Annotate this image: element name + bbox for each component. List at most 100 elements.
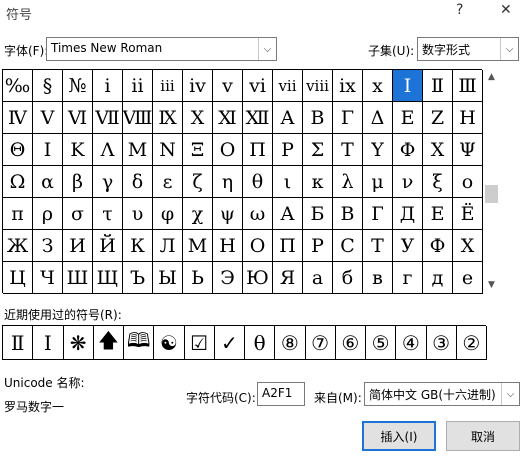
symbol-cell[interactable]: ο	[453, 166, 483, 198]
symbol-cell[interactable]: Ν	[153, 134, 183, 166]
symbol-cell[interactable]: v	[213, 70, 243, 102]
symbol-cell[interactable]: Х	[453, 230, 483, 262]
recent-symbol[interactable]: ☯	[154, 326, 185, 360]
font-select[interactable]: Times New Roman ⌵	[46, 37, 277, 61]
symbol-cell[interactable]: Ь	[183, 262, 213, 294]
chevron-down-icon[interactable]: ⌵	[501, 383, 519, 405]
symbol-cell[interactable]: Δ	[363, 102, 393, 134]
scroll-down-icon[interactable]: ▼	[483, 277, 500, 293]
subset-select[interactable]: 数字形式 ⌵	[417, 37, 519, 61]
symbol-cell[interactable]: x	[363, 70, 393, 102]
symbol-cell[interactable]: Β	[303, 102, 333, 134]
symbol-cell[interactable]: Г	[363, 198, 393, 230]
cancel-button[interactable]: 取消	[446, 421, 520, 451]
recent-symbol[interactable]: ✓	[214, 326, 245, 360]
recent-symbol[interactable]: 🕮	[124, 326, 155, 360]
recent-symbol[interactable]: ⑤	[366, 326, 397, 360]
symbol-cell[interactable]: ξ	[423, 166, 453, 198]
symbol-cell[interactable]: Ы	[153, 262, 183, 294]
recent-symbol[interactable]: ④	[396, 326, 427, 360]
symbol-cell[interactable]: Τ	[333, 134, 363, 166]
symbol-cell[interactable]: Ⅷ	[123, 102, 153, 134]
close-button[interactable]: ✕	[500, 2, 512, 18]
symbol-cell[interactable]: β	[63, 166, 93, 198]
scroll-thumb[interactable]	[485, 185, 498, 203]
symbol-cell[interactable]: П	[273, 230, 303, 262]
scroll-up-icon[interactable]: ▲	[483, 69, 500, 85]
symbol-cell[interactable]: σ	[63, 198, 93, 230]
symbol-cell[interactable]: Т	[363, 230, 393, 262]
symbol-cell[interactable]: ψ	[213, 198, 243, 230]
symbol-cell[interactable]: Ж	[3, 230, 33, 262]
symbol-cell[interactable]: vi	[243, 70, 273, 102]
symbol-cell[interactable]: У	[393, 230, 423, 262]
symbol-cell[interactable]: Ι	[33, 134, 63, 166]
symbol-cell[interactable]: Υ	[363, 134, 393, 166]
symbol-cell[interactable]: Ζ	[423, 102, 453, 134]
symbol-cell[interactable]: γ	[93, 166, 123, 198]
symbol-cell[interactable]: Ъ	[123, 262, 153, 294]
symbol-cell[interactable]: α	[33, 166, 63, 198]
chevron-down-icon[interactable]: ⌵	[500, 38, 518, 60]
symbol-cell[interactable]: Ш	[63, 262, 93, 294]
symbol-cell[interactable]: Ⅻ	[243, 102, 273, 134]
symbol-cell[interactable]: Э	[213, 262, 243, 294]
symbol-cell[interactable]: ρ	[33, 198, 63, 230]
symbol-cell[interactable]: М	[183, 230, 213, 262]
recent-symbol[interactable]: Ⅰ	[33, 326, 64, 360]
recent-symbol[interactable]: ②	[456, 326, 487, 360]
symbol-cell[interactable]: Π	[243, 134, 273, 166]
symbol-cell[interactable]: Ф	[423, 230, 453, 262]
symbol-cell[interactable]: И	[63, 230, 93, 262]
symbol-cell[interactable]: К	[123, 230, 153, 262]
symbol-cell[interactable]: υ	[123, 198, 153, 230]
symbol-cell[interactable]: Л	[153, 230, 183, 262]
symbol-cell[interactable]: Я	[273, 262, 303, 294]
symbol-cell[interactable]: С	[333, 230, 363, 262]
symbol-cell[interactable]: Ⅰ	[393, 70, 423, 102]
recent-symbol[interactable]: Ⅱ	[3, 326, 34, 360]
symbol-cell[interactable]: Λ	[93, 134, 123, 166]
recent-symbol[interactable]: ❋	[63, 326, 94, 360]
from-select[interactable]: 简体中文 GB(十六进制) ⌵	[364, 382, 520, 406]
symbol-cell[interactable]: η	[213, 166, 243, 198]
symbol-cell[interactable]: Е	[423, 198, 453, 230]
symbol-cell[interactable]: viii	[303, 70, 333, 102]
symbol-cell[interactable]: Ⅳ	[3, 102, 33, 134]
recent-symbols[interactable]: Ⅱ Ⅰ ❋ 🡅 🕮 ☯ ☑ ✓ θ ⑧ ⑦ ⑥ ⑤ ④ ③ ②	[2, 325, 487, 360]
symbol-cell[interactable]: Ψ	[453, 134, 483, 166]
symbol-cell[interactable]: Ω	[3, 166, 33, 198]
char-code-input[interactable]: A2F1	[257, 382, 305, 406]
symbol-cell[interactable]: Μ	[123, 134, 153, 166]
symbol-cell[interactable]: φ	[153, 198, 183, 230]
symbol-cell[interactable]: Ⅱ	[423, 70, 453, 102]
insert-button[interactable]: 插入(I)	[362, 421, 436, 451]
symbol-cell[interactable]: Ⅴ	[33, 102, 63, 134]
symbol-cell[interactable]: χ	[183, 198, 213, 230]
symbol-cell[interactable]: τ	[93, 198, 123, 230]
symbol-cell[interactable]: Φ	[393, 134, 423, 166]
help-button[interactable]: ?	[456, 2, 463, 18]
recent-symbol[interactable]: ☑	[184, 326, 215, 360]
symbol-cell[interactable]: §	[33, 70, 63, 102]
symbol-cell[interactable]: π	[3, 198, 33, 230]
symbol-cell[interactable]: Θ	[3, 134, 33, 166]
symbol-cell[interactable]: №	[63, 70, 93, 102]
symbol-cell[interactable]: Н	[213, 230, 243, 262]
symbol-cell[interactable]: Ⅸ	[153, 102, 183, 134]
recent-symbol[interactable]: ⑧	[275, 326, 306, 360]
symbol-cell[interactable]: О	[243, 230, 273, 262]
symbol-cell[interactable]: ζ	[183, 166, 213, 198]
symbol-cell[interactable]: З	[33, 230, 63, 262]
symbol-cell[interactable]: б	[333, 262, 363, 294]
symbol-cell[interactable]: ‰	[3, 70, 33, 102]
symbol-cell[interactable]: Б	[303, 198, 333, 230]
symbol-cell[interactable]: Χ	[423, 134, 453, 166]
symbol-cell[interactable]: λ	[333, 166, 363, 198]
symbol-cell[interactable]: ε	[153, 166, 183, 198]
symbol-cell[interactable]: Σ	[303, 134, 333, 166]
grid-scrollbar[interactable]: ▲ ▼	[483, 69, 500, 293]
symbol-cell[interactable]: θ	[243, 166, 273, 198]
symbol-cell[interactable]: Р	[303, 230, 333, 262]
recent-symbol[interactable]: 🡅	[93, 326, 124, 360]
